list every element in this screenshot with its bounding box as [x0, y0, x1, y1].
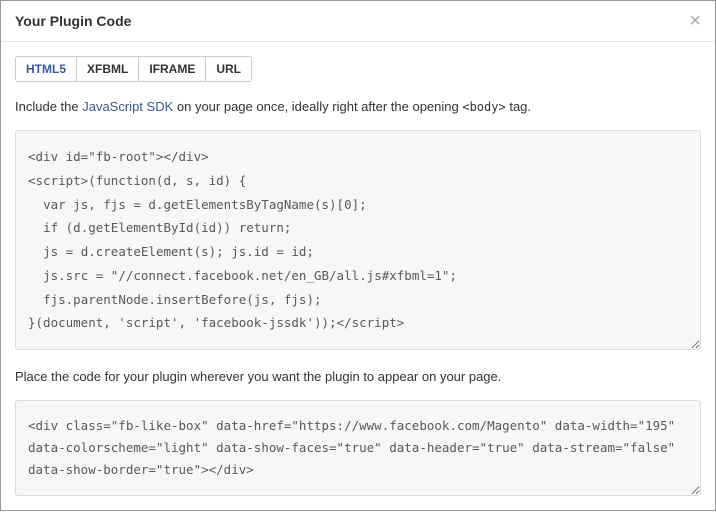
close-icon[interactable]: × [689, 11, 701, 31]
sdk-code-block[interactable]: <div id="fb-root"></div> <script>(functi… [15, 130, 701, 350]
instruction-text: tag. [506, 99, 531, 114]
tab-iframe[interactable]: IFRAME [139, 57, 206, 81]
modal-header: Your Plugin Code × [1, 1, 715, 42]
tab-html5[interactable]: HTML5 [16, 57, 77, 81]
instruction-text: on your page once, ideally right after t… [173, 99, 462, 114]
instruction-sdk: Include the JavaScript SDK on your page … [15, 98, 701, 116]
modal-title: Your Plugin Code [15, 13, 131, 29]
tab-xfbml[interactable]: XFBML [77, 57, 139, 81]
instruction-placement: Place the code for your plugin wherever … [15, 368, 701, 386]
tab-url[interactable]: URL [206, 57, 251, 81]
body-tag-code: <body> [462, 100, 505, 114]
modal-body: HTML5 XFBML IFRAME URL Include the JavaS… [1, 42, 715, 510]
plugin-code-modal: Your Plugin Code × HTML5 XFBML IFRAME UR… [0, 0, 716, 511]
javascript-sdk-link[interactable]: JavaScript SDK [82, 99, 173, 114]
tab-bar: HTML5 XFBML IFRAME URL [15, 56, 252, 82]
plugin-code-block[interactable]: <div class="fb-like-box" data-href="http… [15, 400, 701, 496]
instruction-text: Include the [15, 99, 82, 114]
